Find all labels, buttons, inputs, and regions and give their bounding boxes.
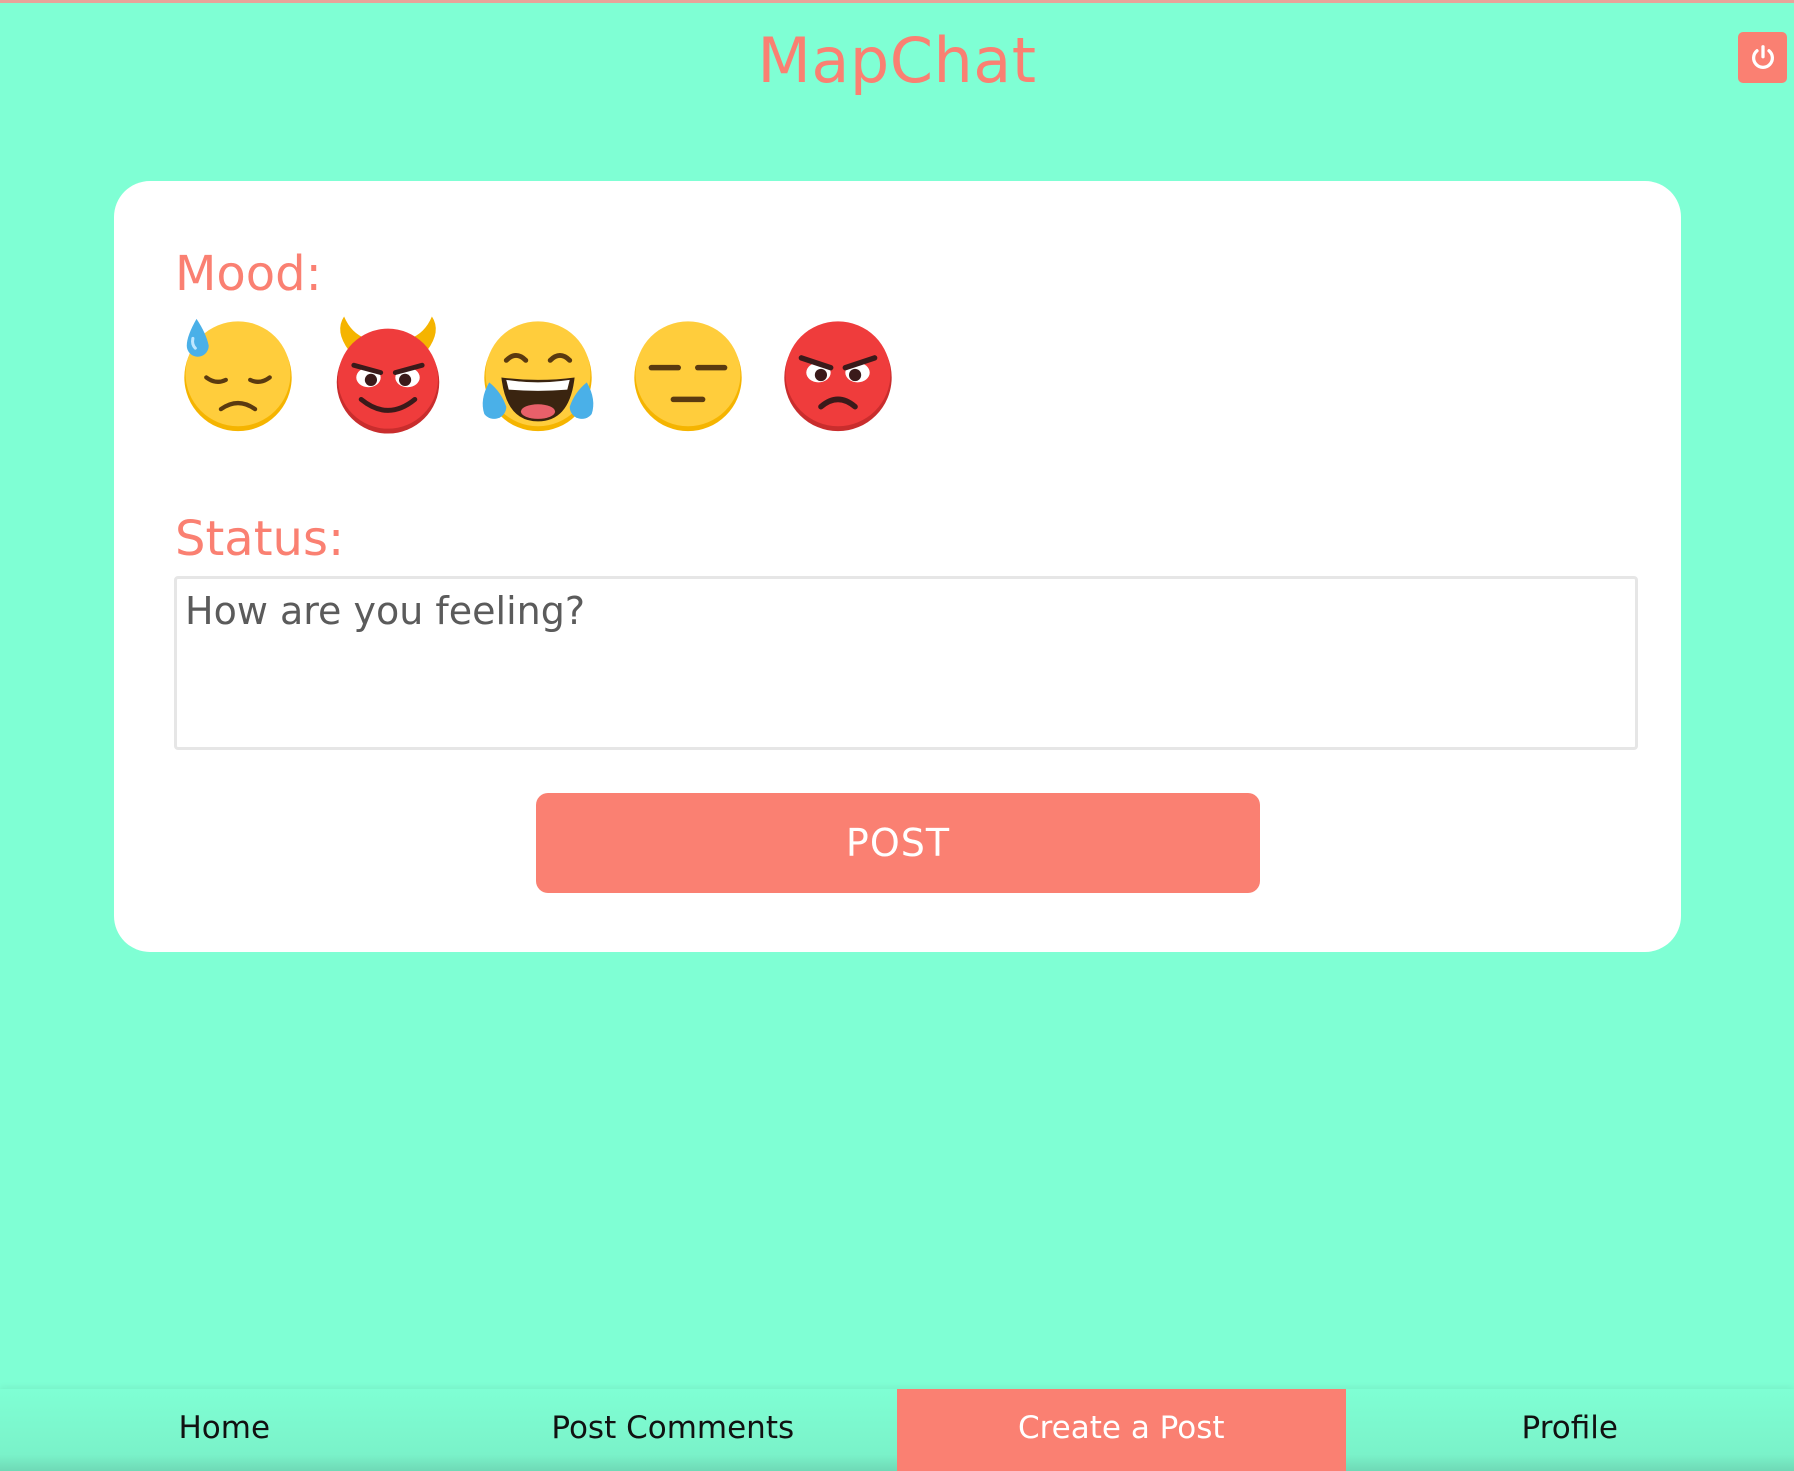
post-button[interactable]: POST <box>536 793 1260 893</box>
downcast-sweat-emoji[interactable] <box>177 314 299 436</box>
power-icon <box>1748 43 1778 73</box>
create-post-card: Mood: <box>114 181 1681 952</box>
nav-profile[interactable]: Profile <box>1346 1389 1794 1471</box>
expressionless-emoji[interactable] <box>627 314 749 436</box>
smiling-devil-emoji[interactable] <box>327 314 449 436</box>
mood-label: Mood: <box>175 244 322 304</box>
angry-emoji[interactable] <box>777 314 899 436</box>
mood-selector <box>177 314 899 436</box>
nav-create-post[interactable]: Create a Post <box>897 1389 1346 1471</box>
status-input[interactable] <box>174 576 1638 750</box>
bottom-nav: Home Post Comments Create a Post Profile <box>0 1389 1794 1471</box>
nav-home[interactable]: Home <box>0 1389 449 1471</box>
nav-post-comments[interactable]: Post Comments <box>449 1389 898 1471</box>
logout-button[interactable] <box>1738 32 1787 83</box>
tears-of-joy-emoji[interactable] <box>477 314 599 436</box>
app-title: MapChat <box>0 21 1794 101</box>
status-label: Status: <box>175 509 344 569</box>
